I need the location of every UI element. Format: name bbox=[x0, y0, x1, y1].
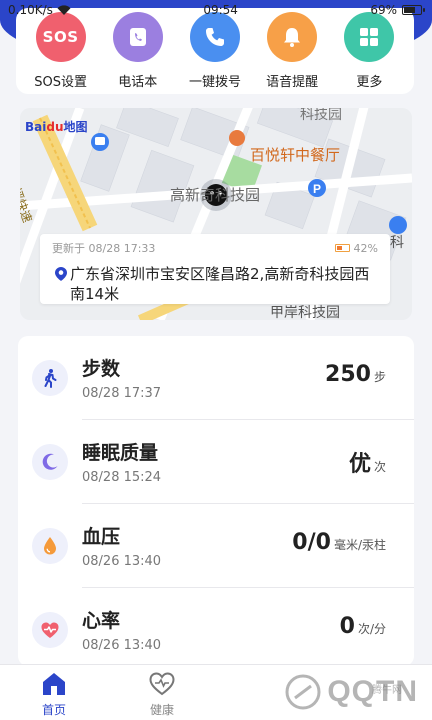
nav-label: 首页 bbox=[41, 703, 66, 717]
map-poi-restaurant: 百悦轩中餐厅 bbox=[250, 146, 341, 164]
status-time: 09:54 bbox=[203, 3, 238, 17]
heart-rate-icon bbox=[32, 612, 68, 648]
quick-label: 一键拨号 bbox=[188, 75, 241, 90]
location-pin-icon bbox=[55, 267, 67, 281]
watermark-logo-icon bbox=[285, 674, 321, 710]
svg-text:P: P bbox=[313, 182, 321, 196]
battery-fill bbox=[336, 246, 342, 250]
address-text: 广东省深圳市宝安区隆昌路2,高新奇科技园西南14米 bbox=[70, 265, 370, 303]
status-left: 0.10K/s bbox=[8, 3, 71, 17]
watermark-site: 腾牛网 bbox=[372, 685, 402, 696]
quick-label: SOS设置 bbox=[34, 75, 87, 90]
health-time: 08/26 13:40 bbox=[82, 638, 162, 653]
address-line: 广东省深圳市宝安区隆昌路2,高新奇科技园西南14米 bbox=[52, 264, 378, 304]
nav-health[interactable]: 健康 bbox=[127, 671, 197, 718]
health-time: 08/26 13:40 bbox=[82, 554, 162, 569]
moon-icon bbox=[32, 444, 68, 480]
map-side-label: 科 bbox=[390, 235, 404, 251]
home-icon bbox=[43, 673, 65, 695]
location-info-panel: 更新于 08/28 17:33 42% 广东省深圳市宝安区隆昌路2,高新奇科技园… bbox=[40, 234, 390, 304]
battery-fill bbox=[404, 7, 416, 13]
health-time: 08/28 15:24 bbox=[82, 470, 162, 485]
health-value: 250 步 bbox=[325, 362, 386, 387]
health-title: 步数 bbox=[82, 358, 121, 380]
health-list-card: 步数 08/28 17:37 250 步 睡眠质量 08/28 15:24 优次 … bbox=[18, 336, 414, 666]
quick-label: 电话本 bbox=[118, 75, 158, 90]
health-value: 优次 bbox=[348, 452, 386, 477]
location-map[interactable]: P Baidu地图 科技园 百悦轩中餐厅 高新奇科技园 甲岸科技园 南坪快速 科… bbox=[20, 108, 412, 320]
health-item-heart-rate[interactable]: 心率 08/26 13:40 0 次/分 bbox=[18, 588, 414, 666]
quick-actions-row: SOS SOS设置 电话本 一键拨号 语音提醒 更多 bbox=[16, 12, 414, 90]
status-right: 69% bbox=[370, 3, 425, 17]
health-item-blood-pressure[interactable]: 血压 08/26 13:40 0/0 毫米/汞柱 bbox=[18, 504, 414, 588]
heart-icon bbox=[149, 672, 175, 696]
map-poi-top: 科技园 bbox=[300, 108, 342, 123]
health-item-steps[interactable]: 步数 08/28 17:37 250 步 bbox=[18, 336, 414, 420]
health-item-sleep[interactable]: 睡眠质量 08/28 15:24 优次 bbox=[18, 420, 414, 504]
one-key-dial-button[interactable]: 一键拨号 bbox=[178, 12, 252, 90]
info-header: 更新于 08/28 17:33 42% bbox=[52, 240, 378, 256]
map-poi-bottom: 甲岸科技园 bbox=[270, 305, 340, 320]
nav-home[interactable]: 首页 bbox=[19, 671, 89, 718]
drop-icon bbox=[32, 528, 68, 564]
health-title: 血压 bbox=[82, 526, 121, 548]
health-title: 睡眠质量 bbox=[82, 442, 159, 464]
updated-time: 更新于 08/28 17:33 bbox=[52, 242, 156, 255]
battery-low-icon bbox=[334, 244, 350, 252]
health-value: 0/0 毫米/汞柱 bbox=[292, 530, 386, 555]
sos-settings-button[interactable]: SOS SOS设置 bbox=[24, 12, 98, 90]
battery-icon bbox=[402, 5, 425, 15]
battery-percent: 69% bbox=[370, 3, 397, 17]
phonebook-button[interactable]: 电话本 bbox=[101, 12, 175, 90]
health-time: 08/28 17:37 bbox=[82, 386, 162, 401]
more-button[interactable]: 更多 bbox=[332, 12, 406, 90]
restaurant-icon bbox=[229, 130, 245, 146]
device-battery-percent: 42% bbox=[353, 241, 378, 255]
nav-label: 健康 bbox=[149, 703, 174, 717]
device-battery: 42% bbox=[334, 240, 378, 256]
baidu-map-logo: Baidu地图 bbox=[25, 120, 88, 134]
status-bar: 0.10K/s 09:54 69% bbox=[0, 0, 432, 20]
health-value: 0 次/分 bbox=[339, 614, 386, 639]
quick-label: 语音提醒 bbox=[266, 75, 319, 90]
walk-icon bbox=[32, 360, 68, 396]
wifi-icon bbox=[57, 4, 71, 15]
map-poi-park: 高新奇科技园 bbox=[170, 186, 261, 204]
quick-label: 更多 bbox=[356, 75, 383, 90]
health-title: 心率 bbox=[82, 610, 121, 632]
quick-actions-card: SOS SOS设置 电话本 一键拨号 语音提醒 更多 bbox=[16, 8, 414, 94]
network-speed: 0.10K/s bbox=[8, 3, 53, 17]
voice-reminder-button[interactable]: 语音提醒 bbox=[255, 12, 329, 90]
